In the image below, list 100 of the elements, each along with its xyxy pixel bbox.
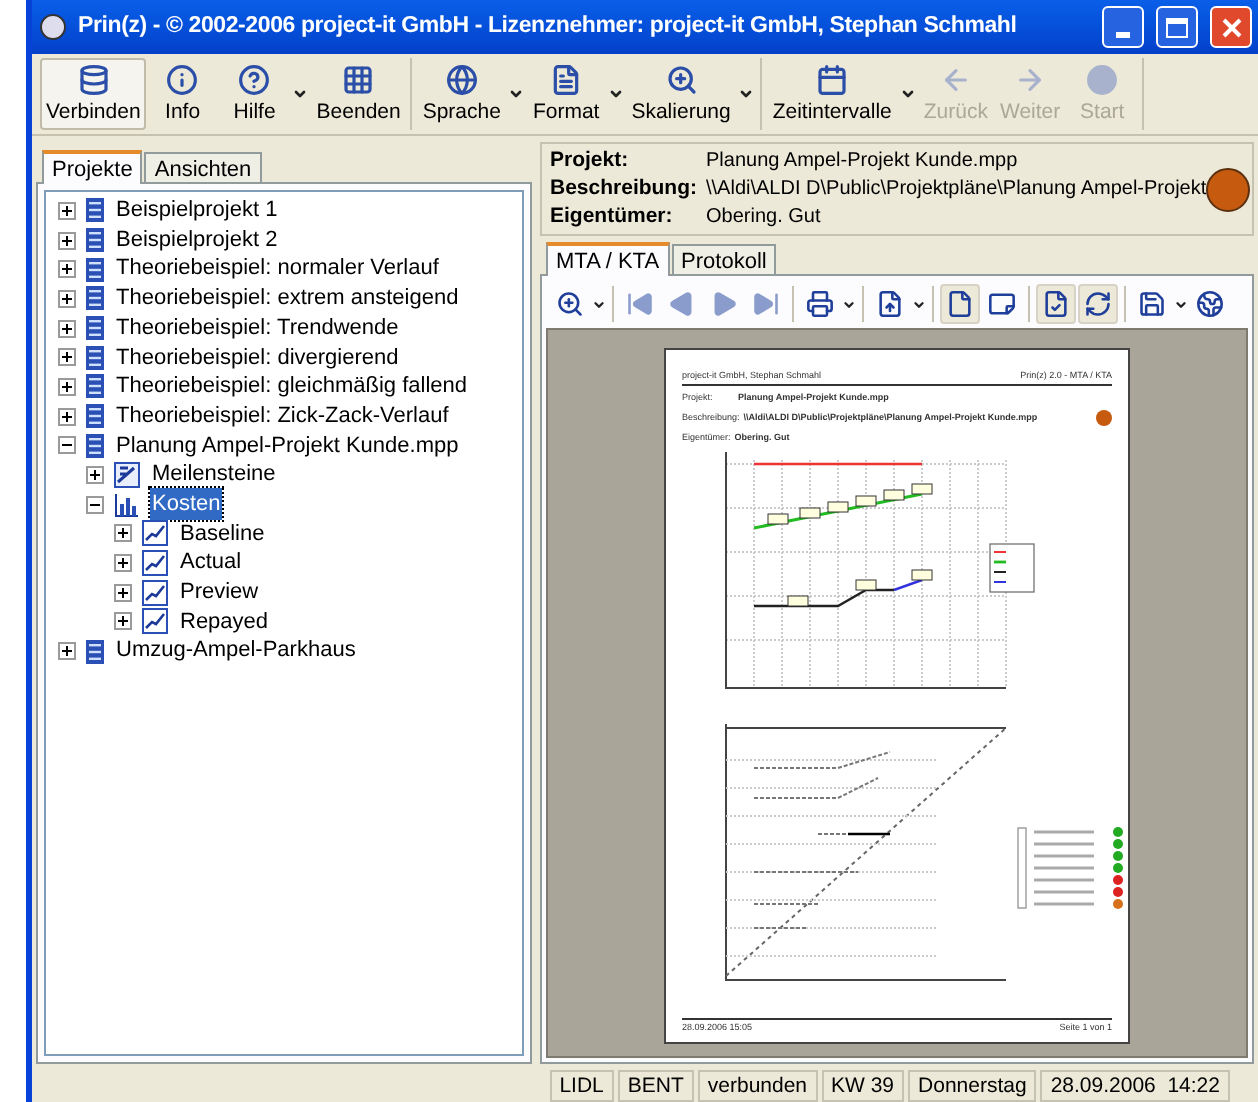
expand-toggle[interactable] <box>58 319 76 338</box>
status-bar-cell: verbunden <box>697 1070 818 1102</box>
window-title: Prin(z) - © 2002-2006 project-it GmbH - Lizenznehmer: project-it GmbH, Stephan Schmahl <box>78 11 1019 42</box>
project-icon <box>86 198 104 223</box>
tree-item[interactable]: Beispielprojekt 2 <box>114 223 280 257</box>
info-value: \\Aldi\ALDI D\Public\Projektpläne\Planung Ampel-Projekt <box>706 176 1207 202</box>
expand-toggle[interactable] <box>58 642 76 661</box>
collapse-toggle[interactable] <box>58 436 76 455</box>
line-chart-icon <box>142 579 168 606</box>
expand-toggle[interactable] <box>114 583 132 602</box>
preview-tool-button[interactable] <box>1078 284 1118 324</box>
tree-item[interactable]: Theoriebeispiel: extrem ansteigend <box>114 282 461 316</box>
toolbar-button[interactable]: Zeitintervalle <box>766 58 898 130</box>
toolbar-button[interactable]: Sprache <box>416 58 507 130</box>
actual-line <box>754 588 894 608</box>
first-page-icon <box>626 290 654 318</box>
project-icon <box>86 228 104 253</box>
info-label: Eigentümer: <box>550 204 675 230</box>
tab[interactable]: Ansichten <box>144 152 262 182</box>
plus-icon <box>62 264 72 275</box>
status-bar-cell: LIDL <box>549 1070 614 1102</box>
line-chart-icon <box>142 608 168 635</box>
status-bar-cell: Donnerstag <box>908 1070 1037 1102</box>
circle-icon <box>1086 63 1119 95</box>
tree-item[interactable]: Repayed <box>178 605 271 639</box>
toolbar-button[interactable]: Hilfe <box>218 58 291 130</box>
minus-icon <box>90 499 100 510</box>
tab[interactable]: MTA / KTA <box>546 242 670 276</box>
preview-tool-button[interactable] <box>940 284 980 324</box>
toolbar-button[interactable]: Info <box>146 58 219 130</box>
tree-item[interactable]: Kosten <box>150 487 223 521</box>
tree-item[interactable]: Baseline <box>178 517 267 551</box>
tree-item[interactable]: Theoriebeispiel: normaler Verlauf <box>114 252 441 286</box>
calendar-icon <box>816 63 849 95</box>
info-value: Planung Ampel-Projekt Kunde.mpp <box>706 148 1018 174</box>
tab[interactable]: Projekte <box>42 150 143 184</box>
toolbar-button[interactable]: Beenden <box>310 58 407 130</box>
expand-toggle[interactable] <box>58 260 76 279</box>
preview-tool-button[interactable] <box>1036 284 1076 324</box>
plus-icon <box>118 587 128 598</box>
tree-item[interactable]: Theoriebeispiel: Trendwende <box>114 311 401 345</box>
data-label-box <box>911 569 933 581</box>
expand-toggle[interactable] <box>114 612 132 631</box>
expand-toggle[interactable] <box>58 407 76 426</box>
toolbar-button[interactable]: Skalierung <box>625 58 737 130</box>
plus-icon <box>62 381 72 392</box>
info-label: Beschreibung: <box>550 176 700 202</box>
collapse-toggle[interactable] <box>86 495 104 514</box>
tree-item[interactable]: Theoriebeispiel: gleichmäßig fallend <box>114 370 469 404</box>
document-icon <box>550 63 583 95</box>
toolbar-button[interactable]: Format <box>526 58 606 130</box>
bar-chart-icon <box>114 491 140 518</box>
project-icon <box>86 433 104 458</box>
export-icon <box>876 290 904 318</box>
plus-icon <box>62 235 72 246</box>
help-icon <box>238 63 271 95</box>
tree-item[interactable]: Umzug-Ampel-Parkhaus <box>114 634 358 668</box>
expand-toggle[interactable] <box>58 289 76 308</box>
expand-toggle[interactable] <box>58 201 76 220</box>
tree-item[interactable]: Theoriebeispiel: Zick-Zack-Verlauf <box>114 399 451 433</box>
minimize-button[interactable] <box>1102 6 1144 48</box>
maximize-button[interactable] <box>1156 6 1198 48</box>
data-label-box <box>911 483 933 495</box>
milestone-chart-icon <box>114 462 140 489</box>
data-label-box <box>827 501 849 513</box>
arrow-right-icon <box>1014 63 1047 95</box>
close-button[interactable] <box>1210 6 1252 48</box>
expand-toggle[interactable] <box>58 377 76 396</box>
plus-icon <box>62 205 72 216</box>
chart-legend <box>989 543 1035 593</box>
line-chart-icon <box>142 520 168 547</box>
tree-item[interactable]: Actual <box>178 546 244 580</box>
check-document-icon <box>1042 290 1070 318</box>
expand-toggle[interactable] <box>114 524 132 543</box>
expand-toggle[interactable] <box>58 348 76 367</box>
save-icon <box>1138 290 1166 318</box>
status-light-icon <box>1206 167 1251 211</box>
project-icon <box>86 316 104 341</box>
toolbar-button[interactable]: Verbinden <box>40 58 147 130</box>
tree-item[interactable]: Preview <box>178 576 261 610</box>
plus-icon <box>62 323 72 334</box>
tree-item[interactable]: Beispielprojekt 1 <box>114 194 280 228</box>
tree-item[interactable]: Meilensteine <box>150 458 278 492</box>
zoom-icon <box>556 290 584 318</box>
info-icon <box>166 63 199 95</box>
expand-toggle[interactable] <box>58 231 76 250</box>
zoom-icon <box>665 63 698 95</box>
globe-icon <box>445 63 478 95</box>
minus-icon <box>62 440 72 451</box>
next-page-icon <box>710 290 738 318</box>
tab[interactable]: Protokoll <box>671 244 777 274</box>
info-label: Projekt: <box>550 148 631 174</box>
printer-icon <box>806 290 834 318</box>
expand-toggle[interactable] <box>114 554 132 573</box>
plus-icon <box>118 558 128 569</box>
expand-toggle[interactable] <box>86 466 104 485</box>
app-icon <box>40 14 66 40</box>
tree-item[interactable]: Theoriebeispiel: divergierend <box>114 341 401 375</box>
data-label-box <box>799 507 821 519</box>
tree-item[interactable]: Planung Ampel-Projekt Kunde.mpp <box>114 429 461 463</box>
